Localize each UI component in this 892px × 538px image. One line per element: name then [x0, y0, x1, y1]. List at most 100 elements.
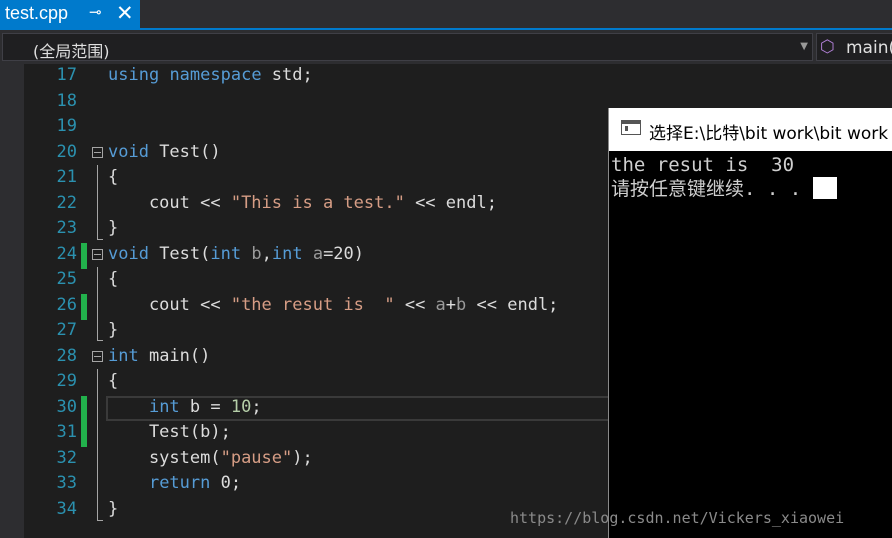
- code-token: );: [292, 447, 313, 468]
- code-token: main(): [138, 345, 211, 366]
- code-token: b: [456, 294, 467, 315]
- line-number: 20: [56, 141, 77, 162]
- collapse-icon[interactable]: [92, 248, 103, 260]
- code-token: cout <<: [108, 294, 231, 315]
- code-token: namespace: [169, 65, 262, 85]
- code-token: void: [108, 141, 149, 162]
- code-text: {: [108, 167, 118, 187]
- code-token: "the resut is ": [230, 294, 395, 315]
- code-text: }: [108, 499, 118, 519]
- console-cursor: [812, 177, 837, 199]
- line-number: 25: [56, 269, 77, 289]
- collapse-icon[interactable]: [92, 146, 103, 158]
- line-number: 23: [56, 218, 77, 238]
- code-token: << endl;: [404, 192, 497, 213]
- code-text: int main(): [108, 346, 210, 366]
- code-text: {: [108, 371, 118, 391]
- fold-outline: [97, 369, 98, 521]
- collapse-icon[interactable]: [92, 350, 103, 362]
- code-text: }: [108, 218, 118, 238]
- code-token: {: [108, 269, 119, 289]
- member-dropdown[interactable]: ⬡ main(: [816, 33, 892, 61]
- fold-outline-end: [97, 520, 103, 521]
- pin-icon[interactable]: ⊸: [89, 3, 102, 21]
- line-number: 27: [56, 320, 77, 340]
- console-output: the resut is 30 请按任意键继续. . .: [611, 154, 837, 201]
- console-window[interactable]: 选择E:\比特\bit work\bit work the resut is 3…: [608, 108, 892, 538]
- code-token: "This is a test.": [230, 192, 405, 213]
- fold-outline-end: [97, 239, 103, 240]
- code-token: void: [108, 243, 149, 264]
- code-text: void Test(int b,int a=20): [108, 244, 364, 264]
- line-number: 33: [56, 473, 77, 493]
- code-token: ,: [261, 243, 272, 264]
- code-token: {: [108, 167, 119, 187]
- fold-outline: [97, 165, 98, 240]
- code-token: "pause": [220, 447, 293, 468]
- code-token: b: [251, 243, 262, 264]
- code-token: Test(): [148, 141, 221, 162]
- code-token: using: [108, 65, 160, 85]
- code-token: int: [271, 243, 303, 264]
- close-icon[interactable]: ✕: [116, 1, 134, 26]
- scope-dropdown[interactable]: (全局范围) ▼: [2, 33, 813, 61]
- watermark: https://blog.csdn.net/Vickers_xiaowei: [510, 509, 845, 527]
- code-text: int b = 10;: [108, 397, 262, 417]
- code-token: }: [108, 218, 119, 238]
- chevron-down-icon[interactable]: ▼: [800, 41, 808, 52]
- code-token: a: [312, 243, 324, 264]
- code-token: return: [148, 473, 211, 493]
- tab-test-cpp[interactable]: test.cpp ⊸ ✕: [0, 0, 140, 28]
- line-number: 21: [56, 167, 77, 187]
- code-token: ;: [251, 396, 262, 417]
- line-number: 29: [56, 371, 77, 391]
- code-text: Test(b);: [108, 422, 231, 442]
- code-token: +: [445, 294, 457, 315]
- code-token: << endl;: [466, 294, 559, 315]
- code-token: int: [108, 345, 139, 366]
- document-tab-strip: test.cpp ⊸ ✕: [0, 0, 892, 30]
- console-icon: [621, 120, 641, 135]
- line-number: 22: [56, 192, 77, 213]
- code-token: int: [210, 243, 242, 264]
- console-output-line: 请按任意键继续. . .: [611, 178, 813, 200]
- member-label: main(: [846, 38, 892, 58]
- line-number: 30: [56, 396, 77, 417]
- console-title: 选择E:\比特\bit work\bit work: [649, 124, 889, 144]
- scope-label: (全局范围): [33, 42, 110, 61]
- line-number: 28: [56, 345, 77, 366]
- tab-title: test.cpp: [5, 3, 69, 23]
- code-text: return 0;: [108, 473, 241, 493]
- code-token: 10: [230, 396, 252, 417]
- change-indicator: [81, 242, 87, 269]
- function-cube-icon: ⬡: [820, 37, 835, 57]
- code-token: system(: [108, 447, 221, 468]
- code-text: }: [108, 320, 118, 340]
- change-indicator: [81, 395, 87, 422]
- console-output-line: the resut is 30: [611, 154, 795, 176]
- line-number: 32: [56, 447, 77, 468]
- fold-outline-end: [97, 340, 103, 341]
- line-number: 19: [56, 116, 77, 136]
- code-token: Test(: [148, 243, 211, 264]
- line-number: 18: [56, 90, 77, 111]
- navigation-bar: (全局范围) ▼ ⬡ main(: [0, 30, 892, 64]
- code-token: b =: [179, 396, 231, 417]
- code-token: }: [108, 498, 119, 519]
- change-indicator: [81, 293, 87, 320]
- code-token: }: [108, 320, 119, 340]
- code-text: {: [108, 269, 118, 289]
- line-number: 24: [56, 243, 77, 264]
- code-token: int: [148, 396, 180, 417]
- code-token: =20): [323, 243, 365, 264]
- code-token: {: [108, 371, 119, 391]
- code-text: using namespace std;: [108, 65, 313, 85]
- console-title-bar[interactable]: 选择E:\比特\bit work\bit work: [609, 108, 892, 151]
- code-text: void Test(): [108, 142, 221, 162]
- code-text: cout << "the resut is " << a+b << endl;: [108, 295, 558, 315]
- code-line[interactable]: 17 using namespace std;: [0, 64, 892, 89]
- code-text: cout << "This is a test." << endl;: [108, 193, 497, 213]
